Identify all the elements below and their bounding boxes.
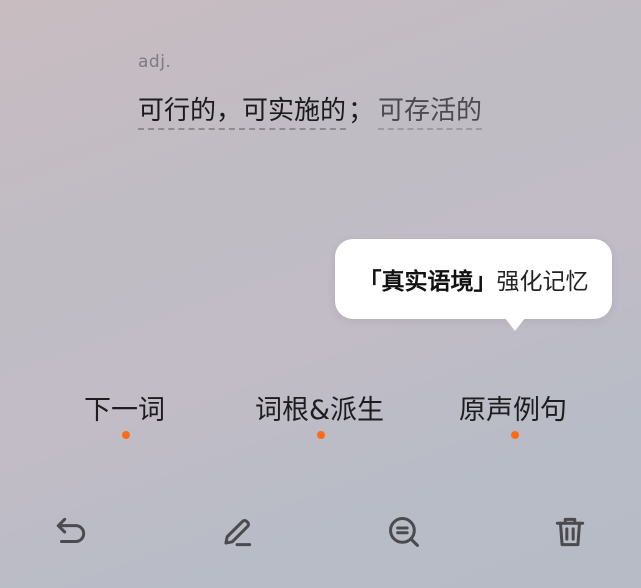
edit-icon — [224, 519, 252, 547]
lookup-button[interactable] — [382, 510, 426, 554]
undo-button[interactable] — [49, 510, 93, 554]
roots-indicator-dot — [317, 431, 325, 439]
example-sentences-button[interactable]: 原声例句 — [459, 388, 567, 427]
examples-indicator-dot — [511, 431, 519, 439]
next-word-indicator-dot — [122, 431, 130, 439]
part-of-speech: adj. — [138, 52, 172, 72]
next-word-button[interactable]: 下一词 — [84, 388, 165, 427]
roots-derivatives-button[interactable]: 词根&派生 — [255, 388, 384, 427]
search-icon — [389, 517, 419, 547]
definition: 可行的，可实施的； 可存活的 — [138, 90, 483, 130]
undo-icon — [56, 517, 86, 544]
tooltip-highlight: 「真实语境」 — [358, 269, 497, 295]
definition-separator: ； — [348, 96, 375, 126]
edit-button[interactable] — [215, 510, 259, 554]
trash-icon — [555, 517, 585, 547]
context-tooltip[interactable]: 「真实语境」 强化记忆 — [335, 239, 612, 319]
definition-secondary[interactable]: 可存活的 — [378, 96, 483, 130]
definition-primary[interactable]: 可行的，可实施的 — [138, 96, 347, 130]
tooltip-arrow — [505, 318, 525, 331]
tooltip-text: 强化记忆 — [496, 269, 589, 295]
delete-button[interactable] — [548, 510, 592, 554]
